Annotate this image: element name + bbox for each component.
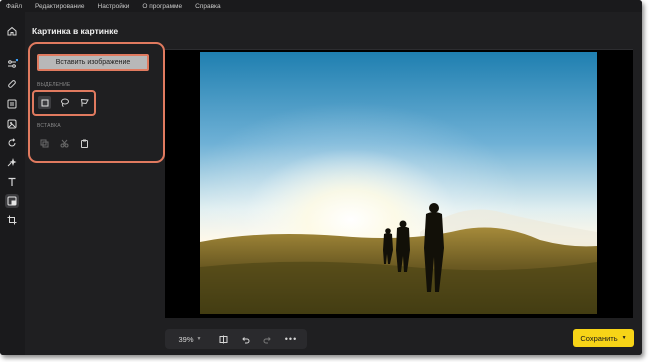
zoom-dropdown[interactable]: 39% ▼	[173, 329, 207, 349]
save-label: Сохранить	[580, 333, 618, 343]
paste-icon[interactable]	[78, 137, 91, 150]
selection-label: Выделение	[37, 82, 71, 88]
bandage-icon[interactable]	[5, 77, 19, 91]
redo-icon[interactable]	[259, 329, 275, 349]
sparkle-icon[interactable]	[5, 155, 19, 169]
insert-image-button[interactable]: Вставить изображение	[37, 54, 149, 71]
zoom-value: 39%	[178, 334, 194, 344]
crop-icon[interactable]	[5, 213, 19, 227]
copy-icon[interactable]	[38, 137, 51, 150]
compare-icon[interactable]	[215, 329, 231, 349]
tool-sidebar	[0, 12, 25, 355]
zoom-toolbar: 39% ▼ •••	[165, 329, 307, 349]
menu-bar: Файл Редактирование Настройки О программ…	[0, 0, 642, 12]
menu-help[interactable]: Справка	[195, 3, 221, 10]
app-window: Файл Редактирование Настройки О программ…	[0, 0, 642, 355]
more-icon[interactable]: •••	[283, 329, 299, 349]
cut-icon[interactable]	[58, 137, 71, 150]
picture-in-picture-icon[interactable]	[5, 194, 19, 208]
magic-image-icon[interactable]	[5, 117, 19, 131]
paste-label: Вставка	[37, 123, 61, 129]
right-edge	[633, 12, 642, 325]
export-image-icon[interactable]	[5, 97, 19, 111]
home-icon[interactable]	[5, 24, 19, 38]
lasso-icon[interactable]	[58, 96, 71, 109]
panel-title: Картинка в картинке	[32, 26, 119, 36]
save-chevron-icon: ▼	[621, 335, 627, 341]
menu-file[interactable]: Файл	[6, 3, 22, 10]
undo-icon[interactable]	[237, 329, 253, 349]
photo-preview[interactable]	[200, 52, 597, 314]
save-button[interactable]: Сохранить ▼	[573, 329, 634, 347]
polygon-lasso-icon[interactable]	[78, 96, 91, 109]
adjust-icon[interactable]	[5, 57, 19, 71]
menu-settings[interactable]: Настройки	[98, 3, 130, 10]
rect-select-icon[interactable]	[38, 96, 51, 109]
menu-edit[interactable]: Редактирование	[35, 3, 85, 10]
menu-about[interactable]: О программе	[142, 3, 182, 10]
rotate-icon[interactable]	[5, 136, 19, 150]
text-icon[interactable]	[5, 175, 19, 189]
chevron-down-icon: ▼	[196, 336, 202, 342]
